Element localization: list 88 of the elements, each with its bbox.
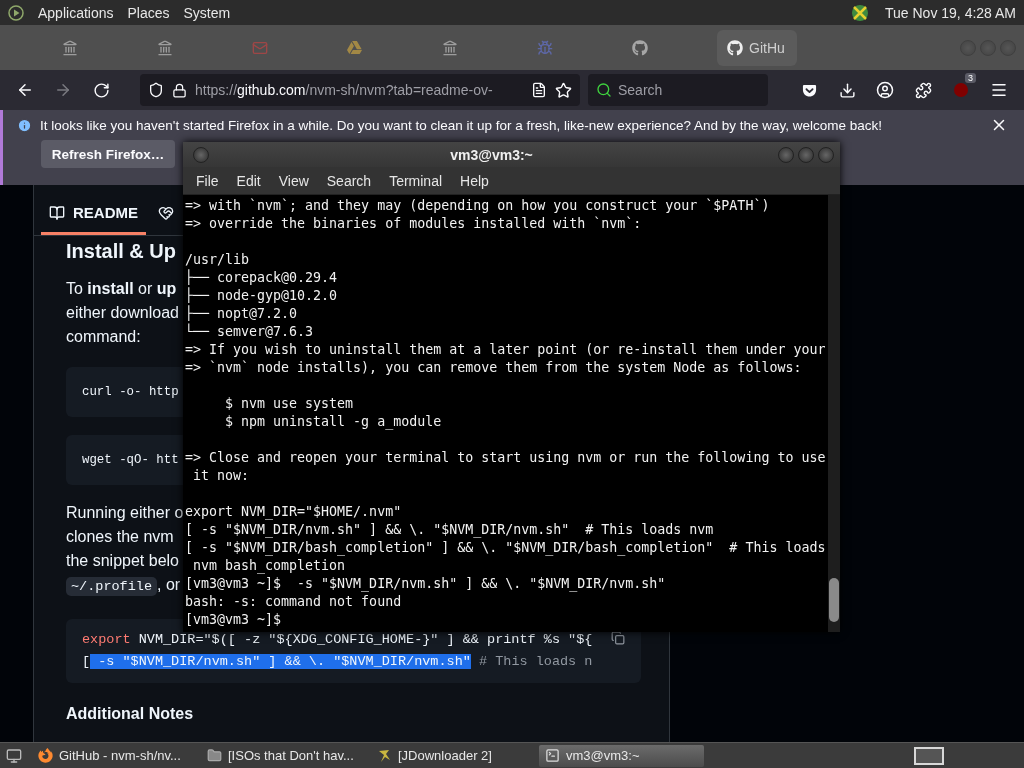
- paragraph-line: command:: [66, 327, 141, 347]
- octocat-icon: [632, 39, 648, 56]
- window-title: vm3@vm3:~: [449, 146, 534, 163]
- notification-message: It looks like you haven't started Firefox in a while. Do you want to clean it up for a fresh, like-new experience? And by the way, welcome back!: [40, 117, 882, 133]
- paragraph-line: either download: [66, 303, 179, 323]
- paragraph-line: To install or up: [66, 279, 177, 299]
- terminal-line: it now:: [192, 467, 250, 485]
- forward-icon[interactable]: [54, 81, 72, 99]
- terminal-line: ├── corepack@0.29.4: [185, 269, 338, 287]
- bug-icon: [537, 39, 553, 56]
- mail-icon: [252, 39, 268, 56]
- url-field[interactable]: https://github.com/nvm-sh/nvm?tab=readme-ov-: [140, 74, 580, 106]
- maximize-button[interactable]: [798, 146, 814, 163]
- terminal-line: nvm bash_completion: [192, 557, 346, 575]
- paragraph-line: clones the nvm: [66, 527, 174, 547]
- octocat-icon: [727, 39, 743, 56]
- terminal-line: ├── node-gyp@10.2.0: [185, 287, 338, 305]
- terminal-line: => with `nvm`; and they may (depending on how you construct your `$PATH`): [185, 197, 770, 215]
- count-badge: 3: [965, 73, 976, 83]
- refresh-button[interactable]: Refresh Firefox…: [41, 140, 175, 168]
- taskbar-item[interactable]: [ISOs that Don't hav...: [201, 744, 366, 767]
- building-icon: [157, 39, 173, 56]
- folder-icon: [207, 748, 222, 763]
- play-logo-icon[interactable]: [8, 4, 24, 21]
- back-icon[interactable]: [16, 81, 34, 99]
- bookmark-star-icon[interactable]: [555, 81, 572, 99]
- terminal-line: [vm3@vm3 ~]$: [185, 611, 282, 629]
- minimize-button[interactable]: [778, 146, 794, 163]
- menu-item[interactable]: Help: [451, 172, 498, 189]
- section-heading: Additional Notes: [66, 705, 194, 723]
- window-menu-button[interactable]: [193, 146, 209, 163]
- terminal-line: => If you wish to uninstall them at a later point (or re-install them under your: [185, 341, 826, 359]
- puzzle-icon[interactable]: [914, 81, 932, 99]
- download-icon[interactable]: [838, 81, 856, 99]
- code-line: export NVM_DIR="$([ -z "${XDG_CONFIG_HOME-}" ] && printf %s "${: [82, 631, 593, 649]
- workspace-switcher[interactable]: [914, 746, 944, 765]
- triangle-icon: [347, 40, 362, 55]
- terminal-line: [vm3@vm3 ~]$ -s "$NVM_DIR/nvm.sh" ] && \. "$NVM_DIR/nvm.sh": [185, 575, 666, 593]
- terminal-line: => `nvm` node installs), you can remove them from the system Node as follows:: [185, 359, 802, 377]
- terminal-line: => override the binaries of modules installed with `nvm`:: [185, 215, 642, 233]
- terminal-line: $ nvm use system: [224, 395, 354, 413]
- show-desktop-icon[interactable]: [6, 747, 22, 764]
- terminal-line: => Close and reopen your terminal to start using nvm or run the following to use: [185, 449, 826, 467]
- code-line: wget -qO- htt: [82, 452, 179, 469]
- reload-icon[interactable]: [92, 81, 110, 99]
- copy-button[interactable]: [611, 631, 625, 645]
- section-heading: Install & Up: [66, 240, 176, 263]
- taskbar-item[interactable]: [JDownloader 2]: [370, 744, 535, 767]
- terminal-line: [ -s "$NVM_DIR/nvm.sh" ] && \. "$NVM_DIR/nvm.sh" # This loads nvm: [185, 521, 714, 539]
- readme-tab[interactable]: README: [41, 193, 146, 235]
- terminal-line: $ npm uninstall -g a_module: [224, 413, 442, 431]
- terminal-line: export NVM_DIR="$HOME/.nvm": [185, 503, 402, 521]
- info-icon: [17, 117, 32, 133]
- code-line: curl -o- http: [82, 384, 179, 401]
- building-icon: [442, 39, 458, 56]
- terminal-line: /usr/lib: [185, 251, 250, 269]
- panel-menu[interactable]: Places: [127, 4, 170, 21]
- code-line: [ -s "$NVM_DIR/nvm.sh" ] && \. "$NVM_DIR/nvm.sh" # This loads n: [82, 653, 593, 671]
- building-icon: [62, 39, 78, 56]
- paragraph-line: the snippet belo: [66, 551, 179, 571]
- terminal-line: bash: -s: command not found: [185, 593, 402, 611]
- menu-item[interactable]: Terminal: [380, 172, 452, 189]
- fox-icon: [38, 748, 53, 763]
- terminal-icon: [545, 748, 560, 763]
- panel-menu[interactable]: Applications: [38, 4, 114, 21]
- terminal-line: [ -s "$NVM_DIR/bash_completion" ] && \. "$NVM_DIR/bash_completion" # This loads: [185, 539, 826, 557]
- book-icon: [49, 204, 65, 221]
- taskbar-item[interactable]: GitHub - nvm-sh/nv...: [32, 744, 197, 767]
- menu-item[interactable]: View: [269, 172, 318, 189]
- account-icon[interactable]: [876, 81, 894, 99]
- reader-view-icon[interactable]: [531, 82, 547, 98]
- scrollbar[interactable]: [828, 195, 840, 632]
- search-icon: [596, 82, 612, 98]
- terminal-line: └── semver@7.6.3: [185, 323, 314, 341]
- menu-item[interactable]: Edit: [227, 172, 270, 189]
- terminal-line: ├── nopt@7.2.0: [185, 305, 298, 323]
- pocket-icon[interactable]: [801, 82, 817, 98]
- paragraph-line: Running either o: [66, 503, 184, 523]
- browser-tab[interactable]: GitHu: [717, 29, 797, 66]
- menu-item[interactable]: File: [187, 172, 228, 189]
- taskbar-item[interactable]: vm3@vm3:~: [539, 744, 704, 767]
- search-field[interactable]: Search: [588, 74, 768, 106]
- lock-icon: [172, 82, 187, 98]
- shield-icon: [148, 82, 164, 98]
- panel-menu[interactable]: System: [183, 4, 231, 21]
- menu-icon[interactable]: [990, 81, 1008, 99]
- clock[interactable]: Tue Nov 19, 4:28 AM: [885, 4, 1016, 21]
- menu-item[interactable]: Search: [317, 172, 381, 189]
